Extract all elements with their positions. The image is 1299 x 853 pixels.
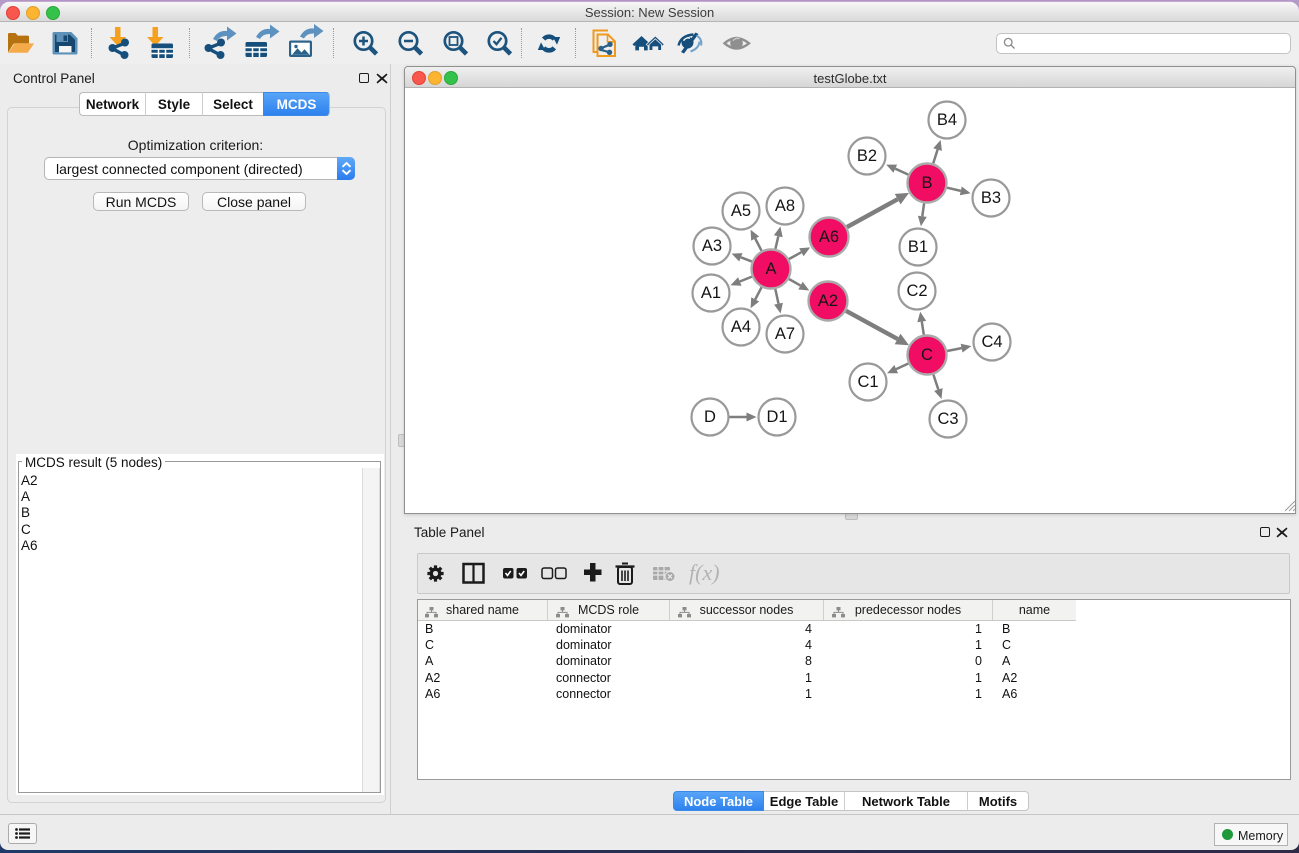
svg-text:B: B <box>921 174 932 192</box>
svg-text:B3: B3 <box>981 189 1001 207</box>
svg-text:A3: A3 <box>702 237 722 255</box>
svg-text:B2: B2 <box>857 147 877 165</box>
svg-text:B1: B1 <box>908 238 928 256</box>
svg-text:D1: D1 <box>766 408 787 426</box>
svg-text:A1: A1 <box>701 284 721 302</box>
svg-text:A7: A7 <box>775 325 795 343</box>
svg-text:A6: A6 <box>819 228 839 246</box>
svg-text:A: A <box>765 260 776 278</box>
svg-text:C4: C4 <box>981 333 1002 351</box>
svg-text:A5: A5 <box>731 202 751 220</box>
svg-text:D: D <box>704 408 716 426</box>
svg-text:C3: C3 <box>937 410 958 428</box>
svg-text:C2: C2 <box>906 282 927 300</box>
svg-text:A2: A2 <box>818 292 838 310</box>
svg-text:C: C <box>921 346 933 364</box>
svg-text:f(x): f(x) <box>689 560 720 585</box>
svg-text:A4: A4 <box>731 318 751 336</box>
svg-text:A8: A8 <box>775 197 795 215</box>
svg-text:B4: B4 <box>937 111 957 129</box>
svg-text:C1: C1 <box>857 373 878 391</box>
